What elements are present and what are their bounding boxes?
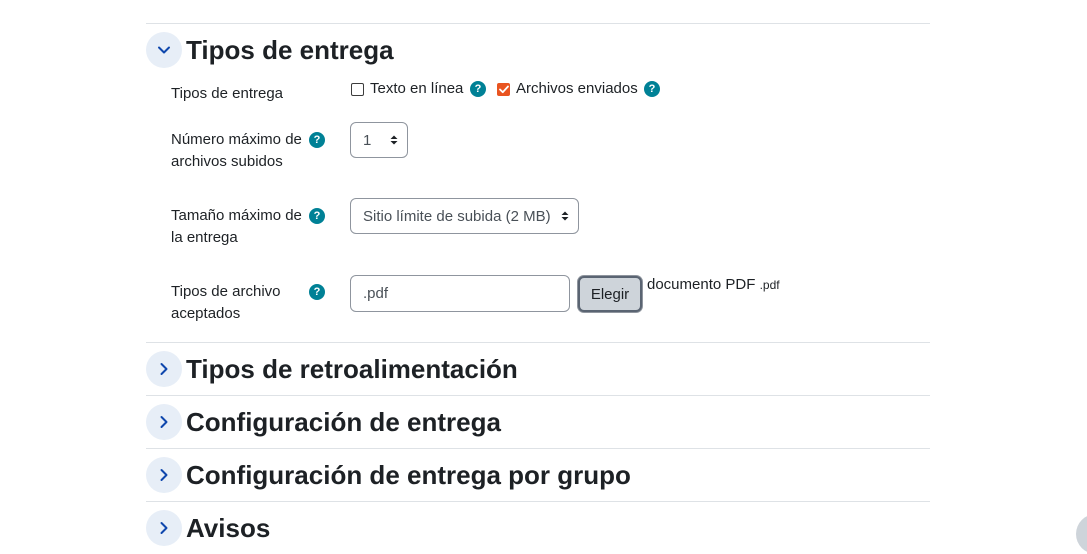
divider-top: [146, 23, 930, 24]
help-icon[interactable]: ?: [309, 284, 325, 300]
divider: [146, 501, 930, 502]
select-arrows-icon: [390, 135, 398, 145]
chevron-right-icon[interactable]: [146, 510, 182, 546]
divider: [146, 448, 930, 449]
section-header-avisos[interactable]: Avisos: [146, 510, 270, 546]
section-title: Tipos de retroalimentación: [186, 353, 518, 384]
divider: [146, 395, 930, 396]
chevron-down-icon[interactable]: [146, 32, 182, 68]
section-title: Tipos de entrega: [186, 34, 394, 65]
field-label-max-tamano: Tamaño máximo de la entrega: [171, 207, 302, 246]
section-header-configuracion-entrega[interactable]: Configuración de entrega: [146, 404, 501, 440]
floating-action-button[interactable]: [1076, 514, 1087, 554]
input-tipos-archivo[interactable]: .pdf: [350, 275, 570, 312]
section-title: Configuración de entrega: [186, 406, 501, 437]
select-max-archivos[interactable]: 1: [350, 122, 408, 158]
section-header-tipos-entrega[interactable]: Tipos de entrega: [146, 32, 394, 68]
checkbox-label-texto-en-linea: Texto en línea: [370, 80, 464, 97]
chevron-right-icon[interactable]: [146, 351, 182, 387]
section-header-tipos-retroalimentacion[interactable]: Tipos de retroalimentación: [146, 351, 518, 387]
chevron-right-icon[interactable]: [146, 404, 182, 440]
filetype-description: documento PDF .pdf: [647, 276, 780, 293]
checkbox-archivos-enviados[interactable]: [497, 83, 510, 96]
section-header-configuracion-grupo[interactable]: Configuración de entrega por grupo: [146, 457, 631, 493]
select-max-tamano[interactable]: Sitio límite de subida (2 MB): [350, 198, 579, 234]
section-title: Avisos: [186, 512, 271, 543]
help-icon[interactable]: ?: [644, 81, 660, 97]
field-label-max-archivos: Número máximo de archivos subidos: [171, 131, 302, 170]
help-icon[interactable]: ?: [309, 132, 325, 148]
help-icon[interactable]: ?: [470, 81, 486, 97]
field-label-tipos-entrega: Tipos de entrega: [171, 85, 284, 102]
checkbox-label-archivos-enviados: Archivos enviados: [516, 80, 638, 97]
help-icon[interactable]: ?: [309, 208, 325, 224]
section-title: Configuración de entrega por grupo: [186, 459, 631, 490]
select-arrows-icon: [561, 211, 569, 221]
chevron-right-icon[interactable]: [146, 457, 182, 493]
checkbox-texto-en-linea[interactable]: [351, 83, 364, 96]
choose-button[interactable]: Elegir: [578, 276, 642, 312]
check-icon: [498, 85, 509, 94]
divider: [146, 342, 930, 343]
field-label-tipos-archivo: Tipos de archivo aceptados: [171, 283, 281, 322]
